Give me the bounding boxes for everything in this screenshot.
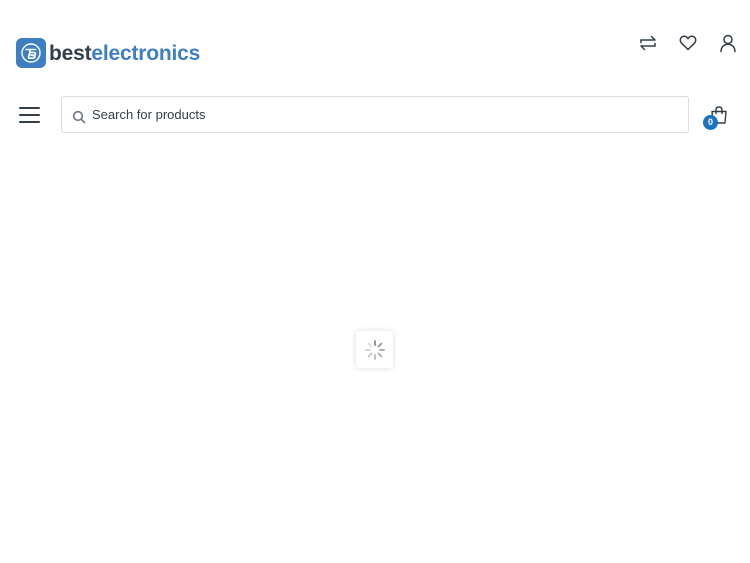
menu-line — [19, 121, 40, 123]
logo-mark-icon — [16, 38, 46, 68]
menu-line — [19, 114, 40, 116]
header-actions — [636, 31, 740, 55]
search-bar — [61, 96, 689, 133]
cart-count-badge: 0 — [703, 115, 718, 130]
search-input[interactable] — [92, 97, 688, 132]
compare-icon[interactable] — [636, 31, 660, 55]
menu-line — [19, 107, 40, 109]
search-icon[interactable] — [72, 110, 86, 124]
spinner-icon — [364, 339, 385, 360]
loading-spinner — [356, 331, 393, 368]
site-logo[interactable]: bestelectronics — [16, 37, 200, 69]
account-icon[interactable] — [716, 31, 740, 55]
logo-text-suffix: electronics — [91, 41, 201, 65]
wishlist-icon[interactable] — [676, 31, 700, 55]
hamburger-menu-icon[interactable] — [19, 104, 43, 126]
logo-text-prefix: best — [49, 41, 92, 65]
logo-wordmark: bestelectronics — [49, 43, 200, 64]
cart-button[interactable]: 0 — [703, 102, 734, 132]
